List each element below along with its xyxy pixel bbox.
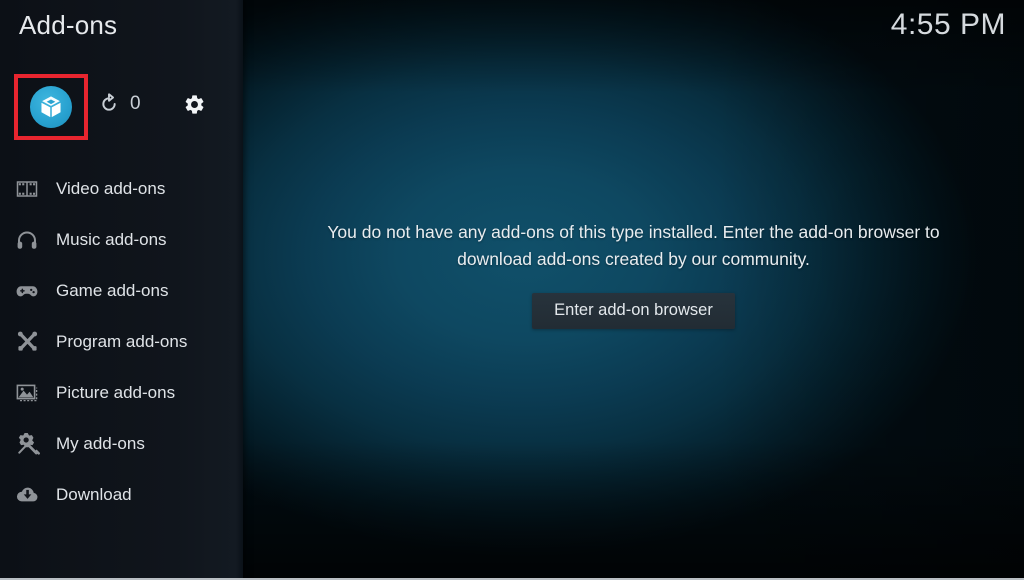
gear-icon: [183, 93, 206, 116]
sidebar-nav-list: Video add-ons Music add-ons Game add-ons…: [0, 163, 243, 520]
picture-icon: [12, 378, 42, 408]
sidebar-item-music-addons[interactable]: Music add-ons: [0, 214, 243, 265]
sidebar: Add-ons 0 Video add-ons Music add-ons Ga…: [0, 0, 243, 580]
sidebar-item-label: Video add-ons: [56, 178, 166, 198]
sidebar-item-label: Game add-ons: [56, 280, 169, 300]
status-clock: 4:55 PM: [890, 8, 1006, 41]
download-icon: [12, 480, 42, 510]
page-title: Add-ons: [19, 10, 118, 40]
sidebar-item-game-addons[interactable]: Game add-ons: [0, 265, 243, 316]
empty-state-message: You do not have any add-ons of this type…: [327, 221, 940, 269]
tools-icon: [12, 327, 42, 357]
sidebar-item-program-addons[interactable]: Program add-ons: [0, 316, 243, 367]
sidebar-item-picture-addons[interactable]: Picture add-ons: [0, 367, 243, 418]
main-content-area: You do not have any add-ons of this type…: [243, 0, 1024, 580]
sidebar-item-label: Program add-ons: [56, 331, 188, 351]
enter-addon-browser-button[interactable]: Enter add-on browser: [532, 292, 735, 330]
kodi-addons-screen: You do not have any add-ons of this type…: [0, 0, 1024, 580]
sidebar-item-download[interactable]: Download: [0, 469, 243, 520]
sidebar-toolbar: 0: [0, 74, 243, 140]
refresh-button[interactable]: 0: [98, 93, 141, 115]
sidebar-item-my-addons[interactable]: My add-ons: [0, 418, 243, 469]
refresh-icon: [98, 93, 120, 115]
sidebar-item-label: Music add-ons: [56, 229, 167, 249]
sidebar-item-label: Picture add-ons: [56, 382, 176, 402]
sidebar-item-label: My add-ons: [56, 433, 145, 453]
addon-browser-icon-button[interactable]: [16, 76, 86, 138]
sidebar-item-video-addons[interactable]: Video add-ons: [0, 163, 243, 214]
gear-wrench-icon: [12, 429, 42, 459]
sidebar-item-label: Download: [56, 484, 132, 504]
settings-button[interactable]: [183, 93, 206, 116]
headphones-icon: [12, 225, 42, 255]
gamepad-icon: [12, 276, 42, 306]
film-icon: [12, 174, 42, 204]
package-icon: [30, 86, 72, 128]
refresh-count: 0: [130, 93, 141, 114]
